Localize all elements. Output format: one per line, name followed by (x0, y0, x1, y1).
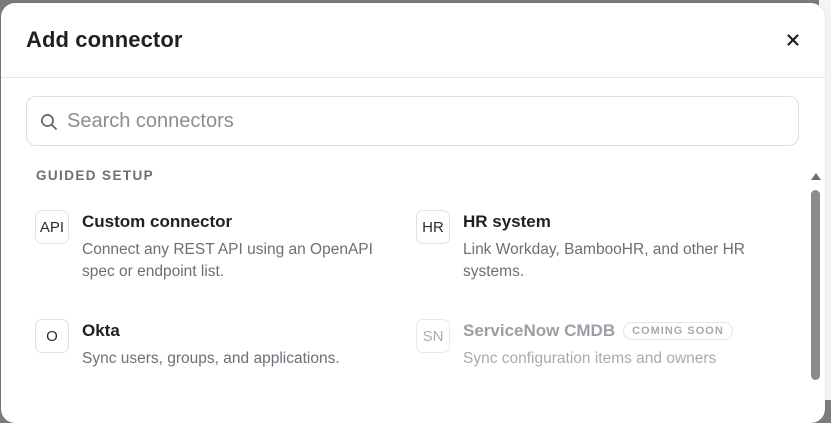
dialog-title: Add connector (26, 27, 183, 52)
connector-title: Okta (82, 321, 120, 340)
connector-description: Connect any REST API using an OpenAPI sp… (82, 241, 373, 280)
section-heading-guided-setup: GUIDED SETUP (36, 168, 155, 183)
connector-badge: O (35, 319, 69, 353)
close-icon (787, 34, 799, 46)
chevron-up-icon[interactable] (810, 171, 822, 181)
search-icon (41, 114, 57, 130)
connector-description: Link Workday, BambooHR, and other HR sys… (463, 241, 745, 280)
connector-badge: SN (416, 319, 450, 353)
scrollbar-thumb[interactable] (811, 190, 820, 380)
connector-badge: API (35, 210, 69, 244)
connector-description: Sync users, groups, and applications. (82, 350, 340, 367)
search-field[interactable] (26, 96, 799, 146)
connector-title-row: ServiceNow CMDB COMING SOON (463, 321, 733, 341)
add-connector-dialog: Add connector GUIDED SETUP API Custom co… (1, 3, 825, 423)
dialog-header: Add connector (1, 3, 825, 78)
search-input[interactable] (67, 97, 787, 145)
connector-title: HR system (463, 212, 551, 231)
connector-badge: HR (416, 210, 450, 244)
coming-soon-badge: COMING SOON (623, 322, 733, 340)
connector-title: ServiceNow CMDB (463, 321, 616, 340)
connector-description: Sync configuration items and owners (463, 350, 717, 367)
close-button[interactable] (781, 28, 805, 52)
connector-title: Custom connector (82, 212, 233, 231)
